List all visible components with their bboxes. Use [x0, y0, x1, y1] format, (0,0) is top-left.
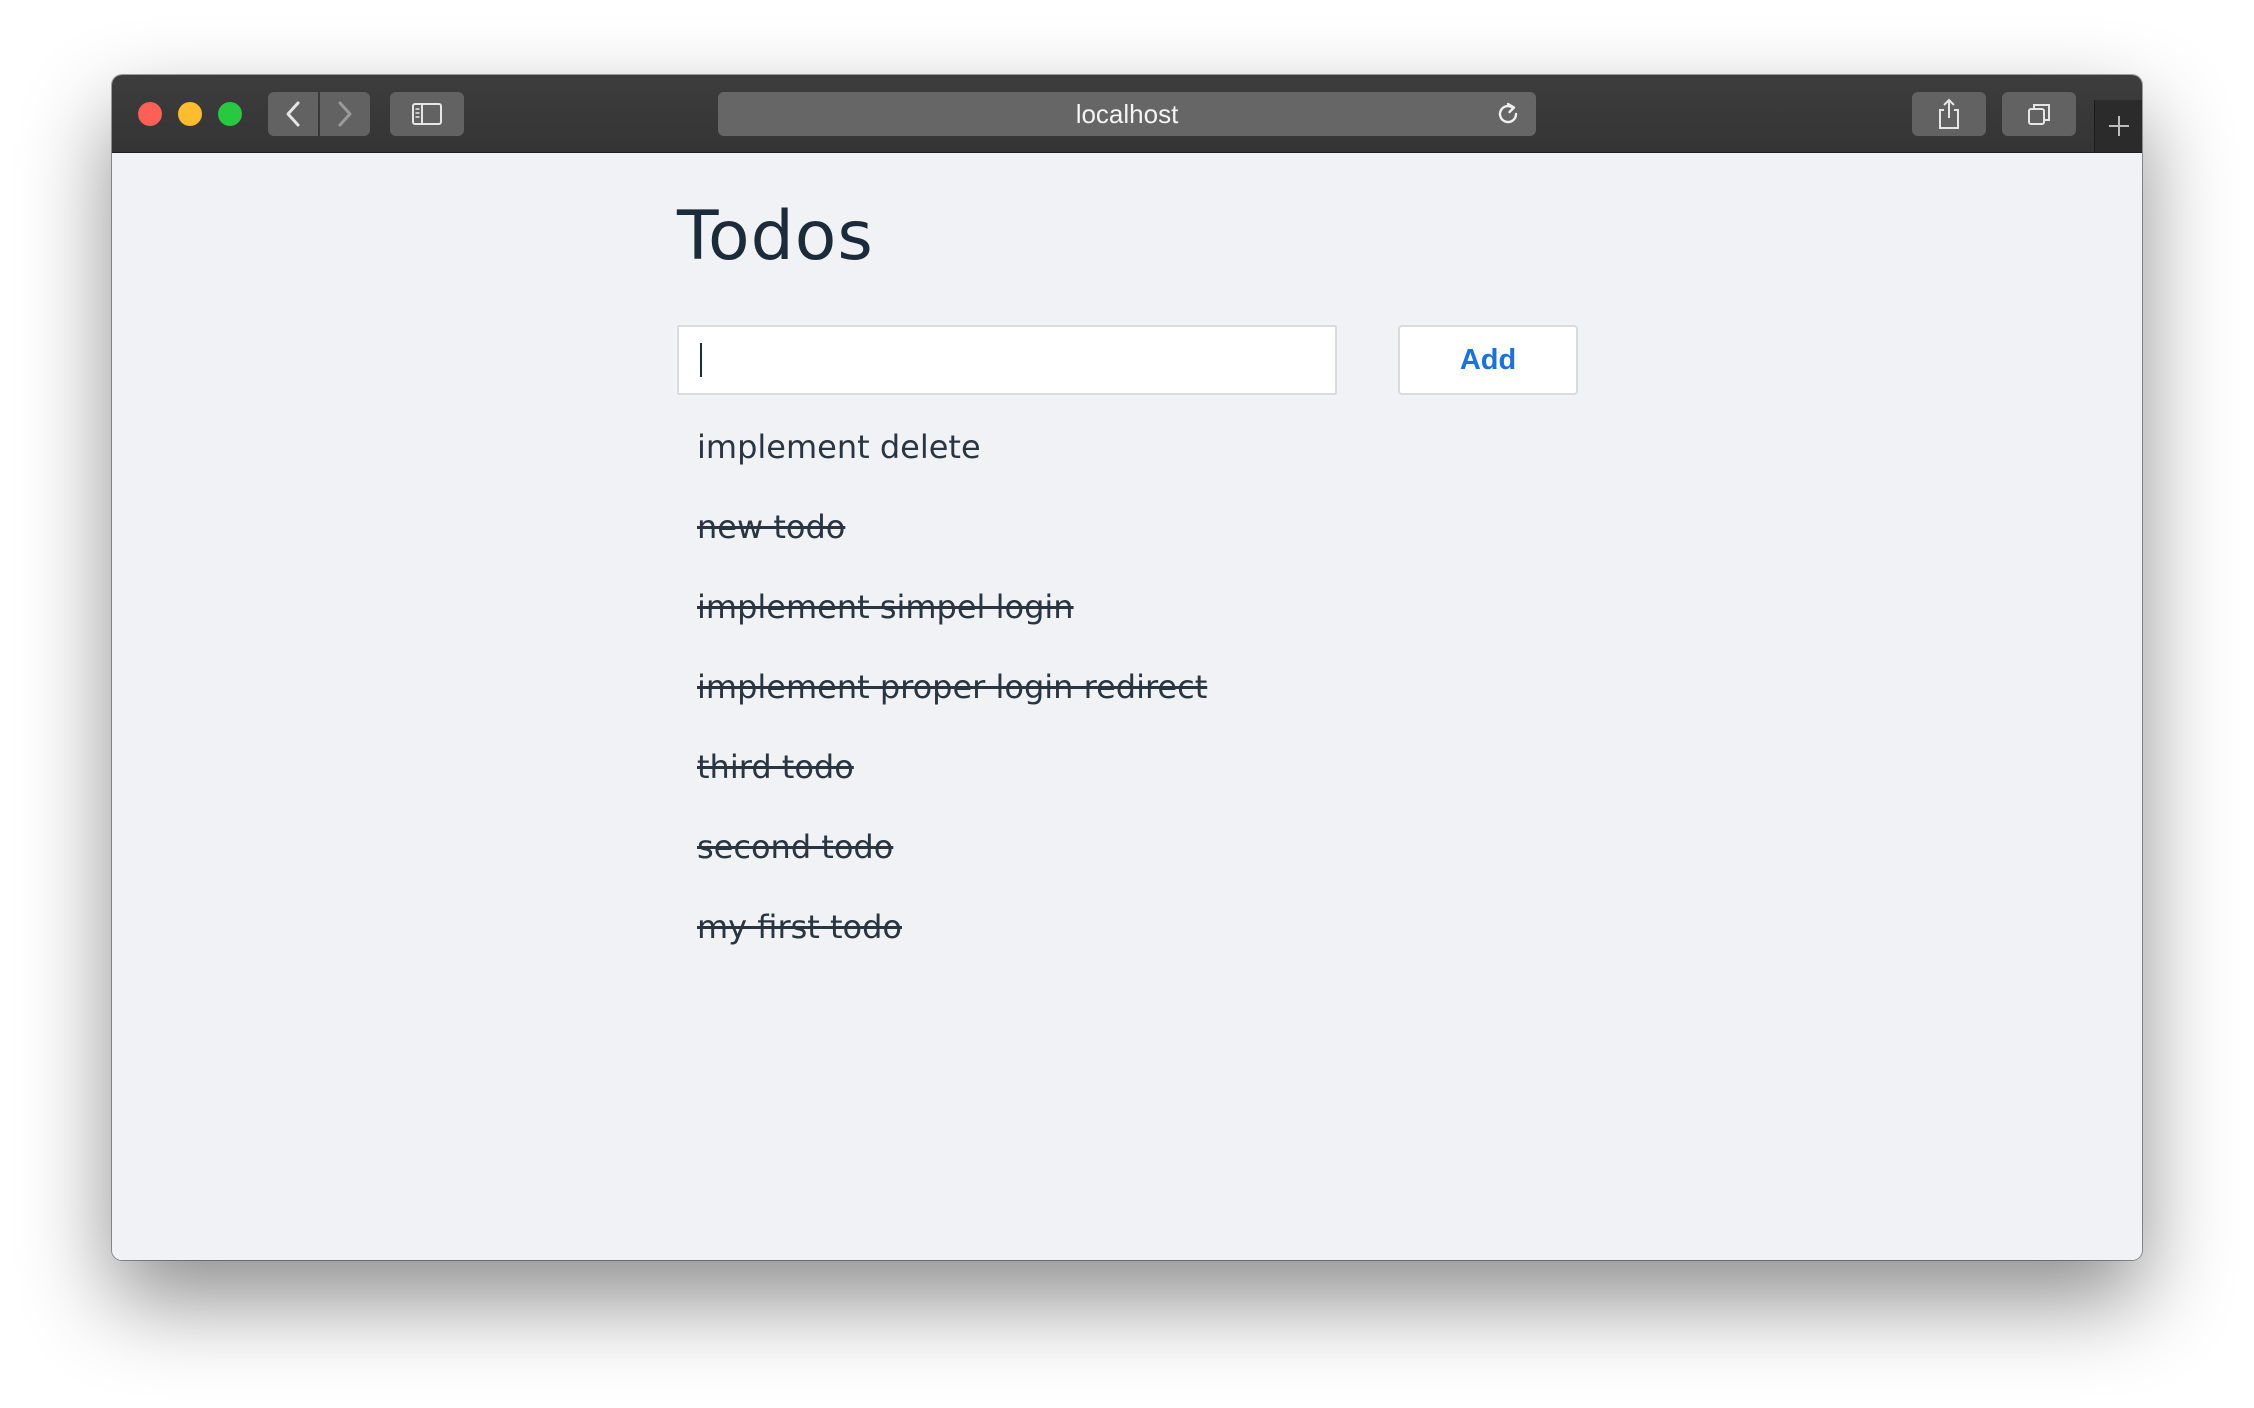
page-content: Todos Add implement delete new todo impl…	[112, 153, 2142, 1260]
todo-item[interactable]: new todo	[697, 501, 1207, 581]
sidebar-icon	[412, 103, 442, 125]
browser-toolbar: localhost	[112, 75, 2142, 153]
add-button[interactable]: Add	[1398, 325, 1578, 395]
todo-item[interactable]: implement delete	[697, 421, 1207, 501]
sidebar-toggle-button[interactable]	[390, 92, 464, 136]
new-tab-button[interactable]	[2094, 100, 2142, 152]
back-button[interactable]	[268, 92, 318, 136]
forward-button[interactable]	[320, 92, 370, 136]
todo-item[interactable]: second todo	[697, 821, 1207, 901]
tabs-overview-button[interactable]	[2002, 92, 2076, 136]
reload-icon[interactable]	[1494, 100, 1522, 128]
close-window-button[interactable]	[138, 102, 162, 126]
share-icon	[1939, 98, 1959, 129]
todo-item[interactable]: third todo	[697, 741, 1207, 821]
address-bar[interactable]: localhost	[718, 92, 1536, 136]
text-cursor	[700, 343, 702, 377]
page-title: Todos	[677, 197, 874, 276]
address-text: localhost	[1075, 98, 1179, 129]
todo-list: implement delete new todo implement simp…	[697, 421, 1207, 981]
todo-item[interactable]: implement proper login redirect	[697, 661, 1207, 741]
todo-item[interactable]: my first todo	[697, 901, 1207, 981]
new-todo-input[interactable]	[677, 325, 1337, 395]
browser-window: localhost Todos Add implement delete new…	[112, 75, 2142, 1260]
chevron-right-icon	[338, 101, 352, 127]
chevron-left-icon	[286, 101, 300, 127]
plus-icon	[2109, 116, 2129, 136]
tabs-overview-icon	[2028, 104, 2050, 125]
share-button[interactable]	[1912, 92, 1986, 136]
todo-item[interactable]: implement simpel login	[697, 581, 1207, 661]
minimize-window-button[interactable]	[178, 102, 202, 126]
zoom-window-button[interactable]	[218, 102, 242, 126]
